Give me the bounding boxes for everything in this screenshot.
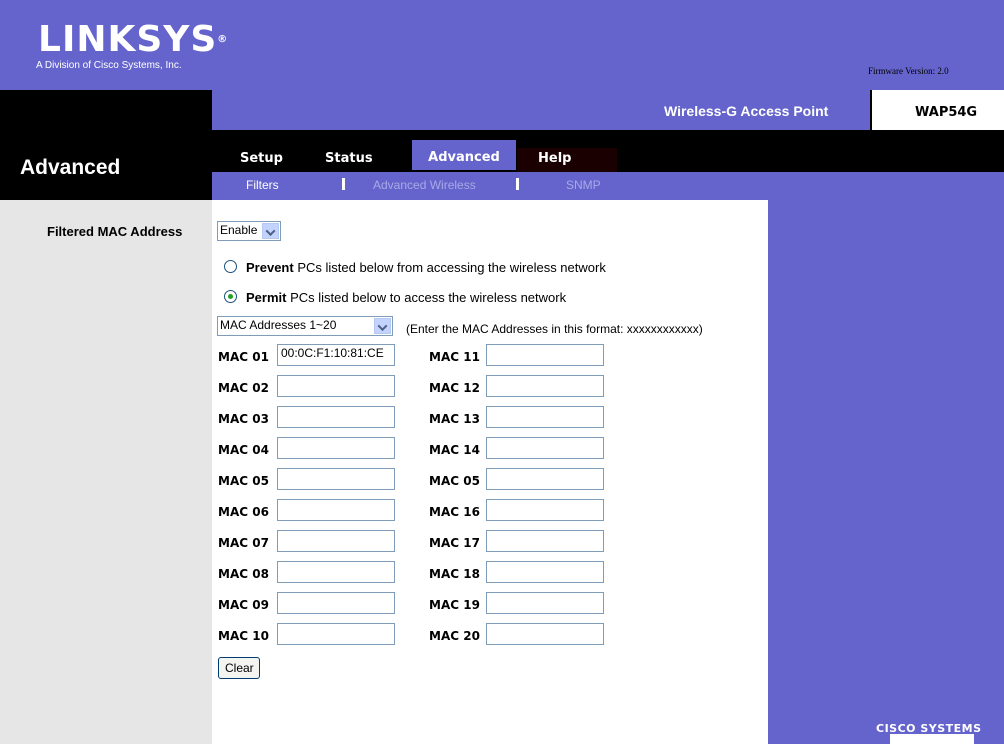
right-column	[768, 200, 1004, 744]
prevent-label: Prevent PCs listed below from accessing …	[246, 260, 606, 275]
mac-label: MAC 18	[429, 567, 480, 581]
subtab-divider	[516, 178, 519, 190]
permit-radio[interactable]	[224, 290, 237, 303]
mac-input[interactable]	[277, 530, 395, 552]
permit-label-bold: Permit	[246, 290, 287, 305]
tab-help[interactable]: Help	[538, 148, 571, 172]
mac-input[interactable]	[277, 406, 395, 428]
prevent-label-bold: Prevent	[246, 260, 294, 275]
mac-input[interactable]	[277, 468, 395, 490]
firmware-version: Firmware Version: 2.0	[868, 66, 949, 76]
filter-enable-value: Enable	[220, 223, 258, 237]
mac-label: MAC 06	[218, 505, 269, 519]
left-column	[0, 200, 212, 744]
prevent-radio[interactable]	[224, 260, 237, 273]
mac-label: MAC 09	[218, 598, 269, 612]
mac-label: MAC 05	[218, 474, 269, 488]
division-text: A Division of Cisco Systems, Inc.	[36, 60, 182, 71]
mac-input[interactable]	[486, 437, 604, 459]
mac-input[interactable]	[277, 623, 395, 645]
mac-label: MAC 13	[429, 412, 480, 426]
mac-label: MAC 05	[429, 474, 480, 488]
mac-input[interactable]	[277, 561, 395, 583]
tab-status[interactable]: Status	[325, 148, 373, 172]
product-name: Wireless-G Access Point	[664, 103, 829, 119]
chevron-down-icon[interactable]	[374, 318, 391, 334]
subtab-divider	[342, 178, 345, 190]
permit-label: Permit PCs listed below to access the wi…	[246, 290, 566, 305]
subtab-snmp[interactable]: SNMP	[566, 178, 601, 192]
mac-label: MAC 19	[429, 598, 480, 612]
mac-input[interactable]	[277, 437, 395, 459]
mac-input[interactable]	[486, 375, 604, 397]
clear-button[interactable]: Clear	[218, 657, 260, 679]
subnav-bar	[212, 172, 1004, 200]
model-box: WAP54G	[872, 90, 1004, 130]
mac-label: MAC 14	[429, 443, 480, 457]
mac-label: MAC 17	[429, 536, 480, 550]
mac-label: MAC 10	[218, 629, 269, 643]
mac-label: MAC 20	[429, 629, 480, 643]
linksys-logo: LINKSYS®	[38, 22, 228, 58]
mac-label: MAC 04	[218, 443, 269, 457]
mac-input[interactable]: 00:0C:F1:10:81:CE	[277, 344, 395, 366]
permit-label-text: PCs listed below to access the wireless …	[286, 290, 567, 305]
mac-range-value: MAC Addresses 1~20	[220, 318, 337, 332]
mac-input[interactable]	[486, 592, 604, 614]
mac-input[interactable]	[277, 499, 395, 521]
mac-input[interactable]	[486, 468, 604, 490]
mac-label: MAC 08	[218, 567, 269, 581]
registered-mark: ®	[217, 34, 229, 45]
prevent-label-text: PCs listed below from accessing the wire…	[293, 260, 606, 275]
mac-input[interactable]	[486, 561, 604, 583]
mac-label: MAC 12	[429, 381, 480, 395]
cisco-logo-bars	[890, 734, 974, 744]
brand-name: LINKSYS	[38, 19, 218, 60]
mac-label: MAC 01	[218, 350, 269, 364]
mac-label: MAC 07	[218, 536, 269, 550]
mac-input[interactable]	[486, 530, 604, 552]
mac-label: MAC 03	[218, 412, 269, 426]
mac-format-hint: (Enter the MAC Addresses in this format:…	[406, 322, 703, 336]
mac-input[interactable]	[486, 344, 604, 366]
subtab-advanced-wireless[interactable]: Advanced Wireless	[373, 178, 476, 192]
tab-setup[interactable]: Setup	[240, 148, 283, 172]
mac-label: MAC 11	[429, 350, 480, 364]
chevron-down-icon[interactable]	[262, 223, 279, 239]
page-title: Advanced	[20, 156, 121, 179]
subtab-filters[interactable]: Filters	[246, 178, 279, 192]
mac-input[interactable]	[277, 592, 395, 614]
mac-input[interactable]	[486, 406, 604, 428]
mac-input[interactable]	[486, 499, 604, 521]
mac-label: MAC 16	[429, 505, 480, 519]
mac-label: MAC 02	[218, 381, 269, 395]
filter-enable-select[interactable]: Enable	[217, 221, 281, 241]
tab-advanced[interactable]: Advanced	[412, 140, 516, 170]
mac-input[interactable]	[277, 375, 395, 397]
mac-input[interactable]	[486, 623, 604, 645]
filtered-mac-label: Filtered MAC Address	[47, 224, 183, 239]
mac-range-select[interactable]: MAC Addresses 1~20	[217, 316, 393, 336]
model-name: WAP54G	[915, 105, 978, 120]
